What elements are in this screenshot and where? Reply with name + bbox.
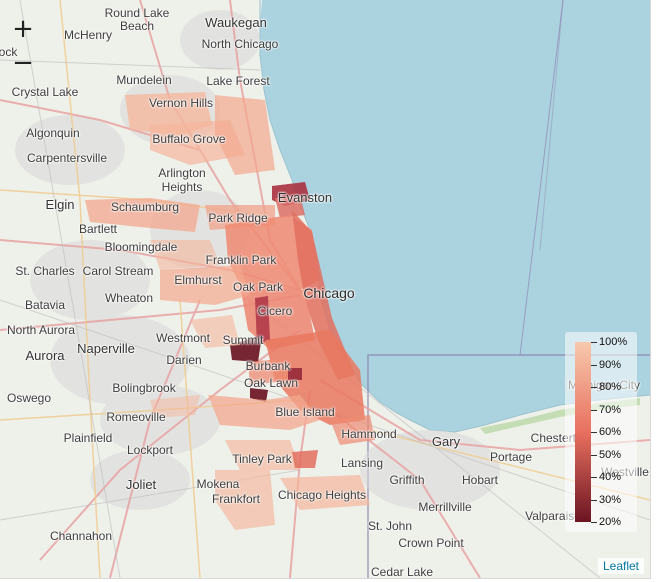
place-label: Schaumburg — [110, 200, 180, 214]
place-label: Elmhurst — [174, 273, 222, 287]
legend-tick — [591, 477, 597, 478]
legend-tick-label: 70% — [599, 403, 622, 416]
legend-tick-label: 50% — [599, 448, 622, 461]
place-label: Hammond — [341, 427, 397, 441]
place-label: Mundelein — [116, 73, 172, 87]
zoom-in-button[interactable]: + — [10, 16, 36, 43]
place-label: Lansing — [340, 456, 384, 470]
place-label: Bolingbrook — [112, 381, 176, 395]
place-label: Joliet — [125, 477, 157, 492]
place-label: Westmont — [156, 331, 210, 345]
place-label: Plainfield — [63, 431, 113, 445]
legend-tick — [591, 432, 597, 433]
place-label: Batavia — [24, 298, 66, 312]
place-label: Oak Lawn — [243, 376, 299, 390]
place-label: Waukegan — [205, 15, 267, 30]
place-label: Hobart — [461, 473, 499, 487]
place-label: North Chicago — [201, 37, 279, 51]
legend-tick — [591, 454, 597, 456]
place-label: Gary — [431, 434, 461, 449]
place-label: Bloomingdale — [104, 240, 178, 254]
place-label: Frankfort — [211, 492, 261, 506]
map-container[interactable]: Round Lake Beach Waukegan McHenry North Chic… — [0, 0, 651, 579]
place-label: Algonquin — [26, 126, 80, 140]
place-label: Portage — [489, 450, 533, 464]
place-label: Romeoville — [106, 410, 166, 424]
place-label: St. John — [367, 519, 413, 533]
place-label: Mokena — [196, 477, 240, 491]
legend-tick-label: 30% — [599, 493, 622, 506]
place-label: Darien — [166, 353, 202, 367]
place-label: Burbank — [245, 359, 291, 373]
place-label: Vernon Hills — [148, 96, 214, 110]
legend-tick-label: 100% — [599, 336, 628, 348]
place-label: Beach — [119, 19, 155, 33]
place-label: Carpentersville — [26, 151, 108, 165]
attribution-link[interactable]: Leaflet — [597, 558, 644, 574]
legend-tick — [591, 387, 597, 388]
place-label: North Aurora — [6, 323, 76, 337]
legend-tick — [591, 522, 597, 523]
legend-tick — [591, 342, 597, 343]
legend-tick — [591, 409, 597, 411]
place-label: Chicago Heights — [277, 488, 367, 502]
place-label: Aurora — [25, 348, 65, 363]
place-label: Crown Point — [398, 536, 464, 550]
legend-tick-label: 80% — [599, 381, 622, 393]
place-label: Naperville — [77, 341, 135, 356]
legend-tick-label: 20% — [599, 516, 622, 528]
place-label: Carol Stream — [82, 264, 154, 278]
place-label: Crystal Lake — [11, 85, 79, 99]
place-label: Franklin Park — [205, 253, 277, 267]
legend-tick-label: 60% — [599, 426, 622, 438]
place-label: McHenry — [63, 28, 113, 42]
place-label: Lockport — [126, 443, 174, 457]
legend-tick — [591, 499, 597, 501]
place-label: Buffalo Grove — [152, 132, 226, 146]
legend: 100% 90% 80% 70% 60% 50% 40% 30% 20% — [565, 332, 637, 532]
place-label: Cicero — [257, 304, 293, 318]
place-label: Summit — [222, 333, 264, 347]
place-label: Lake Forest — [206, 74, 270, 88]
place-label: Oswego — [6, 391, 52, 405]
place-label: St. Charles — [15, 264, 75, 278]
place-label: Merrillville — [418, 500, 472, 514]
legend-tick-label: 40% — [599, 471, 622, 483]
place-label: Cedar Lake — [370, 565, 434, 579]
place-label: Wheaton — [104, 291, 154, 305]
place-label: Tinley Park — [232, 452, 292, 466]
place-label: Bartlett — [78, 222, 118, 236]
place-label: Chicago — [303, 285, 355, 301]
place-label: Channahon — [49, 529, 113, 543]
region-tinley-mid — [292, 450, 318, 468]
legend-tick — [591, 364, 597, 366]
place-label: Elgin — [45, 197, 75, 212]
place-label: Heights — [161, 180, 203, 194]
zoom-out-button[interactable]: − — [10, 50, 36, 77]
place-label: Park Ridge — [208, 211, 268, 225]
place-label: Evanston — [277, 190, 333, 205]
place-label: Round Lake — [104, 6, 170, 20]
legend-tick-label: 90% — [599, 358, 622, 371]
place-label: Griffith — [389, 473, 425, 487]
place-label: Blue Island — [275, 405, 335, 419]
legend-color-bar — [575, 342, 591, 522]
place-label: Arlington — [158, 166, 206, 180]
place-label: Oak Park — [232, 280, 284, 294]
